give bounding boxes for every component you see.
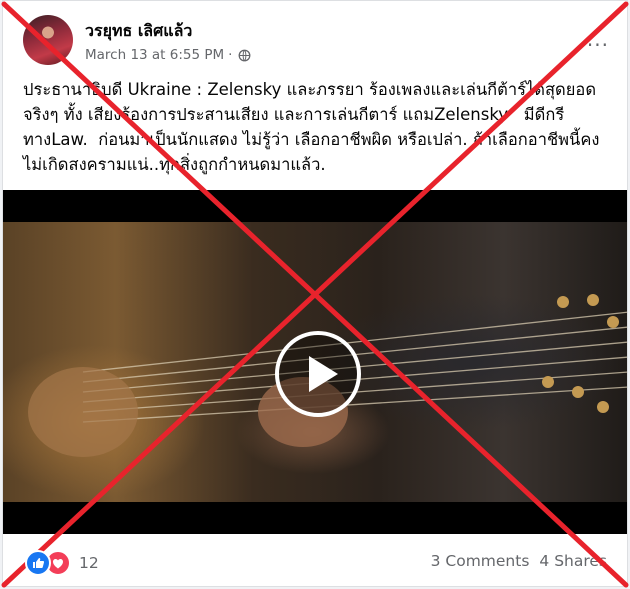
post-text: ประธานาธิบดี Ukraine : Zelensky และภรรยา… — [23, 80, 600, 174]
meta-separator: · — [228, 47, 233, 63]
engagement-stats: 3 Comments 4 Shares — [431, 552, 607, 570]
author-avatar[interactable] — [23, 15, 73, 65]
more-options-button[interactable]: ... — [587, 27, 609, 51]
post-footer: 12 3 Comments 4 Shares — [3, 534, 627, 586]
reactions-summary[interactable]: 12 — [25, 550, 99, 576]
shares-count[interactable]: 4 Shares — [539, 552, 607, 570]
post-timestamp[interactable]: March 13 at 6:55 PM — [85, 47, 224, 63]
comments-count[interactable]: 3 Comments — [431, 552, 530, 570]
post-meta: March 13 at 6:55 PM · — [85, 47, 251, 63]
like-icon — [25, 550, 51, 576]
play-button[interactable] — [275, 331, 361, 417]
reaction-count: 12 — [79, 554, 99, 572]
post-card: วรยุทธ เลิศแล้ว March 13 at 6:55 PM · ..… — [2, 0, 628, 587]
video-player[interactable] — [3, 190, 627, 534]
author-name[interactable]: วรยุทธ เลิศแล้ว — [85, 19, 192, 44]
play-icon — [309, 356, 338, 392]
globe-icon[interactable] — [238, 49, 251, 62]
